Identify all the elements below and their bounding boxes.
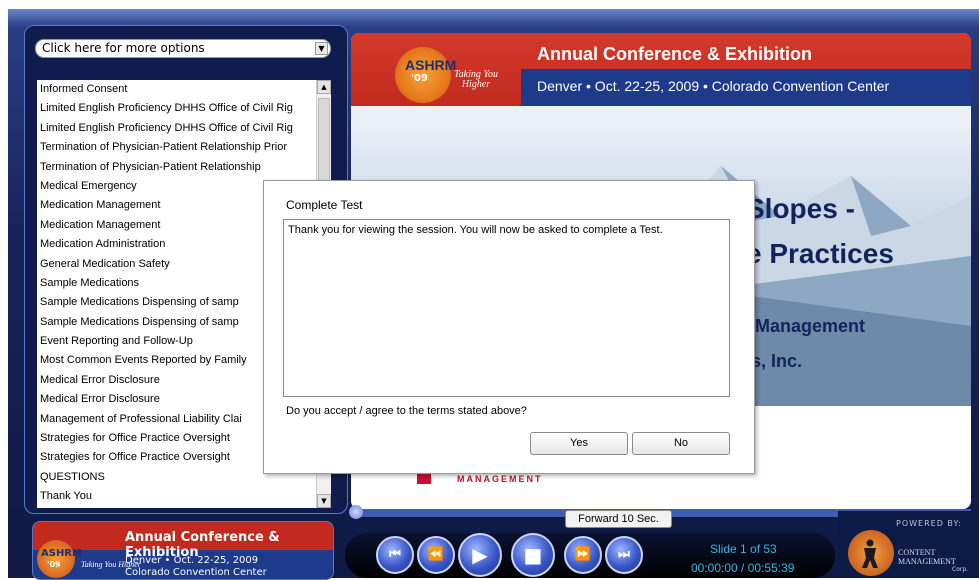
fast-forward-icon[interactable]: ⏩: [564, 536, 602, 574]
skip-to-end-icon[interactable]: ⏭: [605, 536, 643, 574]
mini-logo-year: '09: [47, 560, 61, 569]
scroll-up-icon[interactable]: ▲: [317, 80, 331, 94]
stop-icon[interactable]: ■: [511, 533, 555, 577]
company-name-line-2: MANAGEMENT: [898, 557, 956, 566]
slide-counter: Slide 1 of 53: [710, 542, 777, 556]
tagline-line-2: Higher: [461, 79, 491, 90]
chevron-down-icon[interactable]: ▼: [315, 42, 328, 55]
forward-10-sec-button[interactable]: Forward 10 Sec.: [565, 510, 672, 528]
logo-org: ASHRM: [405, 57, 457, 73]
mini-banner-subtitle-2: Colorado Convention Center: [125, 567, 267, 578]
options-dropdown[interactable]: Click here for more options ▼: [35, 39, 331, 58]
topic-list-item[interactable]: Limited English Proficiency DHHS Office …: [37, 119, 316, 138]
topic-list-item[interactable]: Informed Consent: [37, 80, 316, 99]
figure-icon: [862, 539, 878, 568]
dialog-title: Complete Test: [286, 198, 363, 212]
slide-text-line-4: s, Inc.: [751, 351, 803, 371]
company-name-line-1: CONTENT: [898, 548, 936, 557]
dialog-message: Thank you for viewing the session. You w…: [288, 224, 663, 236]
time-counter: 00:00:00 / 00:55:39: [691, 561, 795, 575]
playback-progress-knob[interactable]: [349, 505, 363, 519]
company-name-corp: Corp.: [952, 566, 969, 573]
topic-list-item[interactable]: Termination of Physician-Patient Relatio…: [37, 138, 316, 157]
tagline: Taking You Higher: [454, 70, 498, 90]
mini-banner: ASHRM '09 Taking You Higher Annual Confe…: [32, 521, 334, 580]
slide-title-line-2: e Practices: [746, 238, 894, 269]
play-icon[interactable]: ▶: [458, 533, 502, 577]
slide-footer-text: MANAGEMENT: [457, 474, 543, 484]
no-button[interactable]: No: [632, 432, 730, 455]
skip-to-start-icon[interactable]: ⏮: [376, 536, 414, 574]
dialog-message-box: Thank you for viewing the session. You w…: [283, 219, 730, 397]
slide-header-banner: ASHRM '09 Taking You Higher Annual Confe…: [351, 33, 971, 106]
scroll-down-icon[interactable]: ▼: [317, 494, 331, 508]
rewind-icon[interactable]: ⏪: [417, 536, 455, 574]
topic-list-item[interactable]: Thank You: [37, 487, 316, 506]
yes-button[interactable]: Yes: [530, 432, 628, 455]
options-dropdown-value: Click here for more options: [42, 41, 205, 55]
banner-title: Annual Conference & Exhibition: [537, 44, 813, 64]
banner-subtitle: Denver • Oct. 22-25, 2009 • Colorado Con…: [537, 78, 890, 94]
powered-by-label: POWERED BY:: [896, 519, 962, 528]
complete-test-dialog: Complete Test Thank you for viewing the …: [263, 180, 755, 474]
slide-title-line-1: Slopes -: [746, 193, 855, 224]
topic-list-item[interactable]: Limited English Proficiency DHHS Office …: [37, 99, 316, 118]
topic-list-item[interactable]: Termination of Physician-Patient Relatio…: [37, 158, 316, 177]
logo-year: '09: [411, 73, 428, 84]
company-name: CONTENT MANAGEMENT: [898, 548, 956, 566]
mini-ashrm-logo: [37, 540, 75, 578]
dialog-question: Do you accept / agree to the terms state…: [286, 405, 527, 417]
slide-text-line-3: Management: [755, 316, 866, 336]
mini-banner-subtitle-1: Denver • Oct. 22-25, 2009: [125, 555, 259, 566]
mini-logo-org: ASHRM: [41, 548, 82, 559]
